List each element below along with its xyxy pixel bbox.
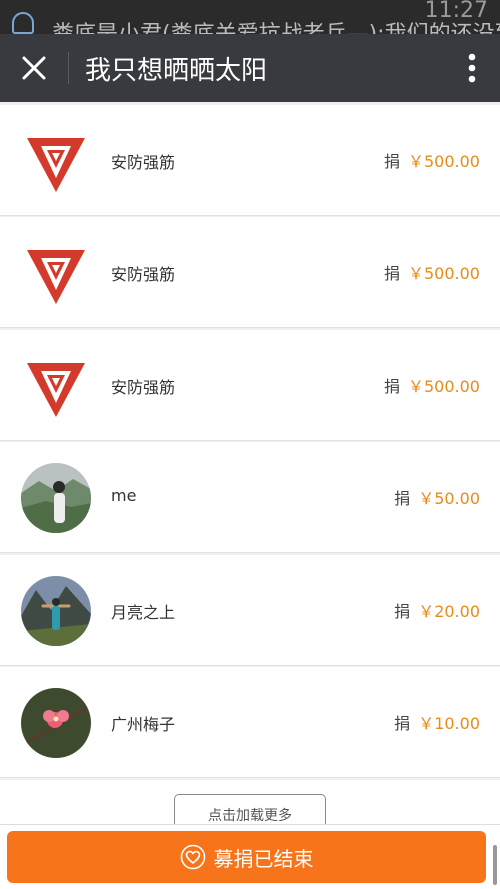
donor-row: 广州梅子 捐 ￥10.00 [0, 667, 500, 778]
amount-value: ￥50.00 [418, 489, 480, 508]
donate-label: 捐 [394, 714, 411, 733]
donor-name: 安防强筋 [111, 378, 176, 397]
red-v-logo [27, 138, 85, 192]
fundraising-ended-label: 募捐已结束 [213, 846, 314, 871]
fundraising-ended-button[interactable]: 募捐已结束 [7, 831, 486, 883]
load-more-area: 点击加载更多 [0, 780, 500, 824]
heart-icon [180, 844, 205, 870]
amount-value: ￥500.00 [408, 152, 480, 171]
title-bar: 我只想晒晒太阳 [0, 34, 500, 102]
donate-label: 捐 [394, 602, 411, 621]
load-more-button[interactable]: 点击加载更多 [174, 794, 326, 824]
avatar [21, 463, 91, 533]
more-vertical-icon [468, 53, 476, 83]
more-options-button[interactable] [444, 34, 500, 102]
donor-name: 广州梅子 [111, 715, 176, 734]
title-divider [68, 52, 69, 84]
status-time: 11:27 [424, 0, 488, 23]
donor-list[interactable]: 安防强筋 捐 ￥500.00 安防强筋 捐 ￥500.00 安防强筋 捐 ￥500.0… [0, 102, 500, 824]
amount-value: ￥10.00 [418, 714, 480, 733]
amount-value: ￥20.00 [418, 602, 480, 621]
avatar [21, 688, 91, 758]
donor-row: 月亮之上 捐 ￥20.00 [0, 555, 500, 666]
amount-value: ￥500.00 [408, 377, 480, 396]
donate-label: 捐 [383, 377, 400, 396]
donor-row: me 捐 ￥50.00 [0, 442, 500, 553]
donation-amount: 捐 ￥20.00 [394, 598, 480, 622]
donation-amount: 捐 ￥50.00 [394, 485, 480, 509]
donor-row: 安防强筋 捐 ￥500.00 [0, 330, 500, 441]
avatar [21, 576, 91, 646]
scrollbar[interactable] [493, 845, 497, 885]
donor-name: 安防强筋 [111, 153, 176, 172]
status-bar: 粪底是小君(粪底关爱抗战老兵—):我们的还没到 11:27 [0, 0, 500, 34]
notification-icon [12, 12, 34, 34]
donation-amount: 捐 ￥500.00 [384, 148, 480, 172]
donor-name: 月亮之上 [111, 603, 176, 622]
donor-row: 安防强筋 捐 ￥500.00 [0, 217, 500, 328]
page-title: 我只想晒晒太阳 [85, 55, 268, 86]
donor-row: 安防强筋 捐 ￥500.00 [0, 105, 500, 216]
donation-amount: 捐 ￥10.00 [394, 710, 480, 734]
bottom-bar: 募捐已结束 [0, 824, 500, 889]
donation-amount: 捐 ￥500.00 [384, 260, 480, 284]
donate-label: 捐 [394, 489, 411, 508]
close-icon [22, 56, 46, 80]
donor-name: 安防强筋 [111, 265, 176, 284]
donate-label: 捐 [383, 264, 400, 283]
red-v-logo [27, 250, 85, 304]
donate-label: 捐 [383, 152, 400, 171]
amount-value: ￥500.00 [408, 264, 480, 283]
donor-name: me [111, 486, 137, 505]
donation-amount: 捐 ￥500.00 [384, 373, 480, 397]
red-v-logo [27, 363, 85, 417]
close-button[interactable] [0, 34, 68, 102]
